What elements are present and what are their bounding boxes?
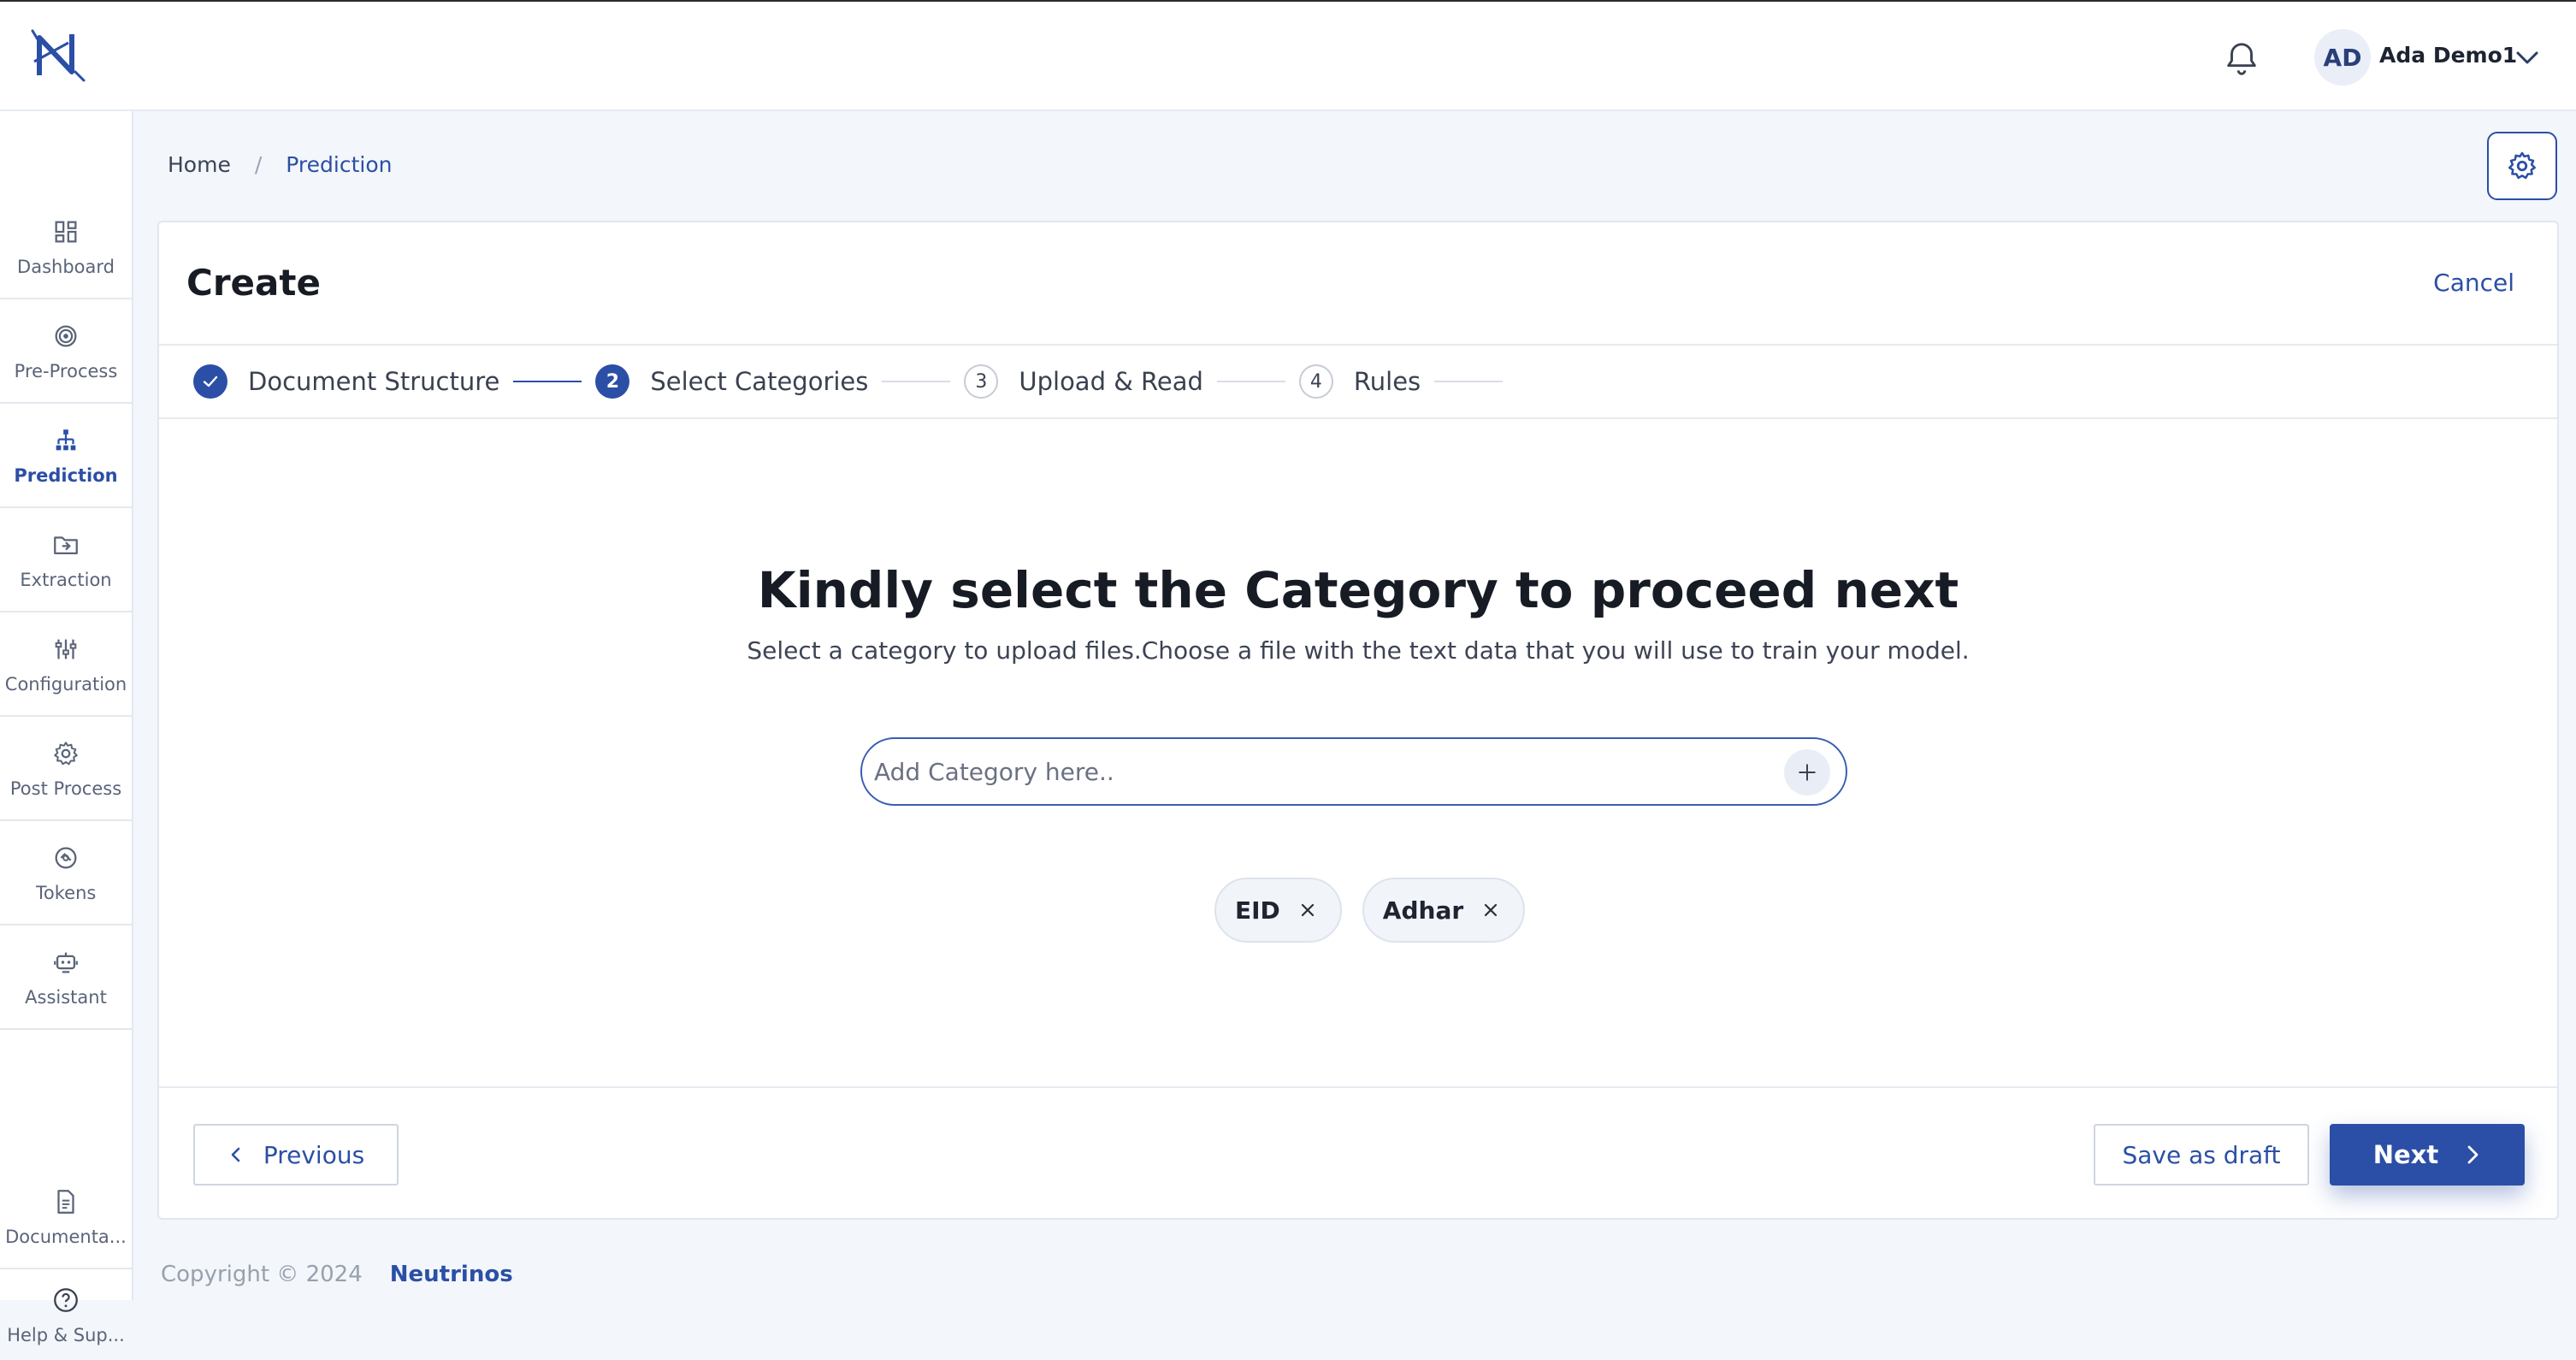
breadcrumb: Home / Prediction (168, 152, 392, 177)
previous-button[interactable]: Previous (193, 1124, 399, 1186)
chip-label: EID (1235, 896, 1280, 925)
chevron-down-icon[interactable] (2514, 46, 2540, 68)
divider (159, 344, 2557, 346)
sidebar-item-tokens[interactable]: Tokens (0, 823, 132, 925)
user-avatar[interactable]: AD (2314, 29, 2371, 86)
plus-icon (1799, 764, 1816, 781)
sidebar-item-assistant[interactable]: Assistant (0, 927, 132, 1030)
hierarchy-icon (56, 429, 76, 451)
robot-icon (54, 952, 78, 973)
category-input-wrapper (860, 737, 1847, 806)
step-connector (513, 381, 582, 382)
stepper: Document Structure 2 Select Categories 3… (193, 363, 1516, 400)
folder-import-icon (54, 536, 78, 555)
save-draft-button[interactable]: Save as draft (2094, 1124, 2309, 1186)
help-icon (54, 1288, 78, 1312)
close-icon[interactable] (1482, 902, 1499, 919)
user-name[interactable]: Ada Demo1 (2379, 43, 2517, 68)
category-chip: EID (1214, 878, 1342, 943)
dashboard-icon (55, 221, 77, 243)
add-category-button[interactable] (1784, 749, 1830, 795)
sidebar-item-label: Dashboard (17, 257, 115, 277)
token-icon (55, 847, 77, 869)
chip-label: Adhar (1382, 896, 1464, 925)
sidebar-item-label: Help & Sup... (7, 1325, 125, 1345)
step-4-label[interactable]: Rules (1354, 367, 1421, 396)
breadcrumb-current: Prediction (286, 152, 393, 177)
settings-button[interactable] (2487, 132, 2557, 200)
sliders-icon (55, 639, 77, 659)
sidebar-item-label: Prediction (14, 465, 118, 486)
step-2-label[interactable]: Select Categories (650, 367, 868, 396)
section-subheading: Select a category to upload files.Choose… (747, 636, 1970, 665)
sidebar-item-post-process[interactable]: Post Process (0, 718, 132, 821)
top-bar: AD Ada Demo1 (0, 0, 2576, 111)
sidebar-item-label: Post Process (9, 778, 122, 799)
page-title: Create (186, 262, 321, 304)
sidebar-item-configuration[interactable]: Configuration (0, 614, 132, 717)
chevron-left-icon (231, 1147, 240, 1162)
sidebar-item-label: Assistant (25, 987, 107, 1008)
sidebar-item-label: Configuration (4, 674, 127, 695)
divider (159, 1086, 2557, 1088)
neutrinos-logo-icon[interactable] (27, 27, 92, 84)
sidebar-item-label: Tokens (35, 883, 97, 903)
document-icon (57, 1190, 74, 1214)
copyright-text: Copyright © 2024 (161, 1262, 363, 1287)
divider (159, 417, 2557, 419)
step-1-label[interactable]: Document Structure (248, 367, 499, 396)
category-chip: Adhar (1362, 878, 1526, 943)
category-chips: EID Adhar (1214, 878, 1526, 943)
sidebar-item-dashboard[interactable]: Dashboard (0, 197, 132, 299)
step-3-number: 3 (964, 364, 999, 399)
create-card: Create Cancel Document Structure 2 Selec… (157, 221, 2559, 1220)
close-icon[interactable] (1299, 902, 1316, 919)
sidebar-item-extraction[interactable]: Extraction (0, 510, 132, 612)
notification-bell-icon[interactable] (2222, 39, 2261, 79)
sidebar-item-label: Extraction (20, 570, 112, 590)
sidebar-item-label: Pre-Process (14, 361, 118, 381)
previous-button-label: Previous (263, 1140, 365, 1169)
step-connector (882, 381, 951, 382)
cancel-button[interactable]: Cancel (2433, 269, 2514, 297)
target-icon (55, 325, 77, 347)
next-button[interactable]: Next (2330, 1124, 2525, 1186)
company-link[interactable]: Neutrinos (390, 1262, 513, 1287)
step-2-number: 2 (595, 364, 630, 399)
gear-icon (54, 742, 78, 766)
footer: Copyright © 2024 Neutrinos (133, 1249, 2576, 1300)
sidebar-item-pre-process[interactable]: Pre-Process (0, 301, 132, 404)
step-4-number: 4 (1298, 364, 1333, 399)
step-connector (1434, 381, 1504, 382)
step-3-label[interactable]: Upload & Read (1019, 367, 1203, 396)
breadcrumb-home[interactable]: Home (168, 152, 231, 177)
sidebar-item-documentation[interactable]: Documenta... (0, 1167, 132, 1269)
next-button-label: Next (2372, 1140, 2439, 1169)
breadcrumb-separator: / (254, 152, 263, 177)
step-1-check-icon (193, 364, 227, 399)
sidebar-item-help[interactable]: Help & Sup... (0, 1271, 132, 1360)
chevron-right-icon (2467, 1145, 2479, 1164)
sidebar-item-label: Documenta... (5, 1227, 127, 1247)
sidebar: Dashboard Pre-Process Prediction Extract… (0, 111, 133, 1345)
section-heading: Kindly select the Category to proceed ne… (757, 561, 1959, 619)
step-connector (1216, 381, 1285, 382)
gear-icon (2508, 151, 2536, 180)
sidebar-item-prediction[interactable]: Prediction (0, 405, 132, 508)
category-input[interactable] (874, 748, 1764, 795)
